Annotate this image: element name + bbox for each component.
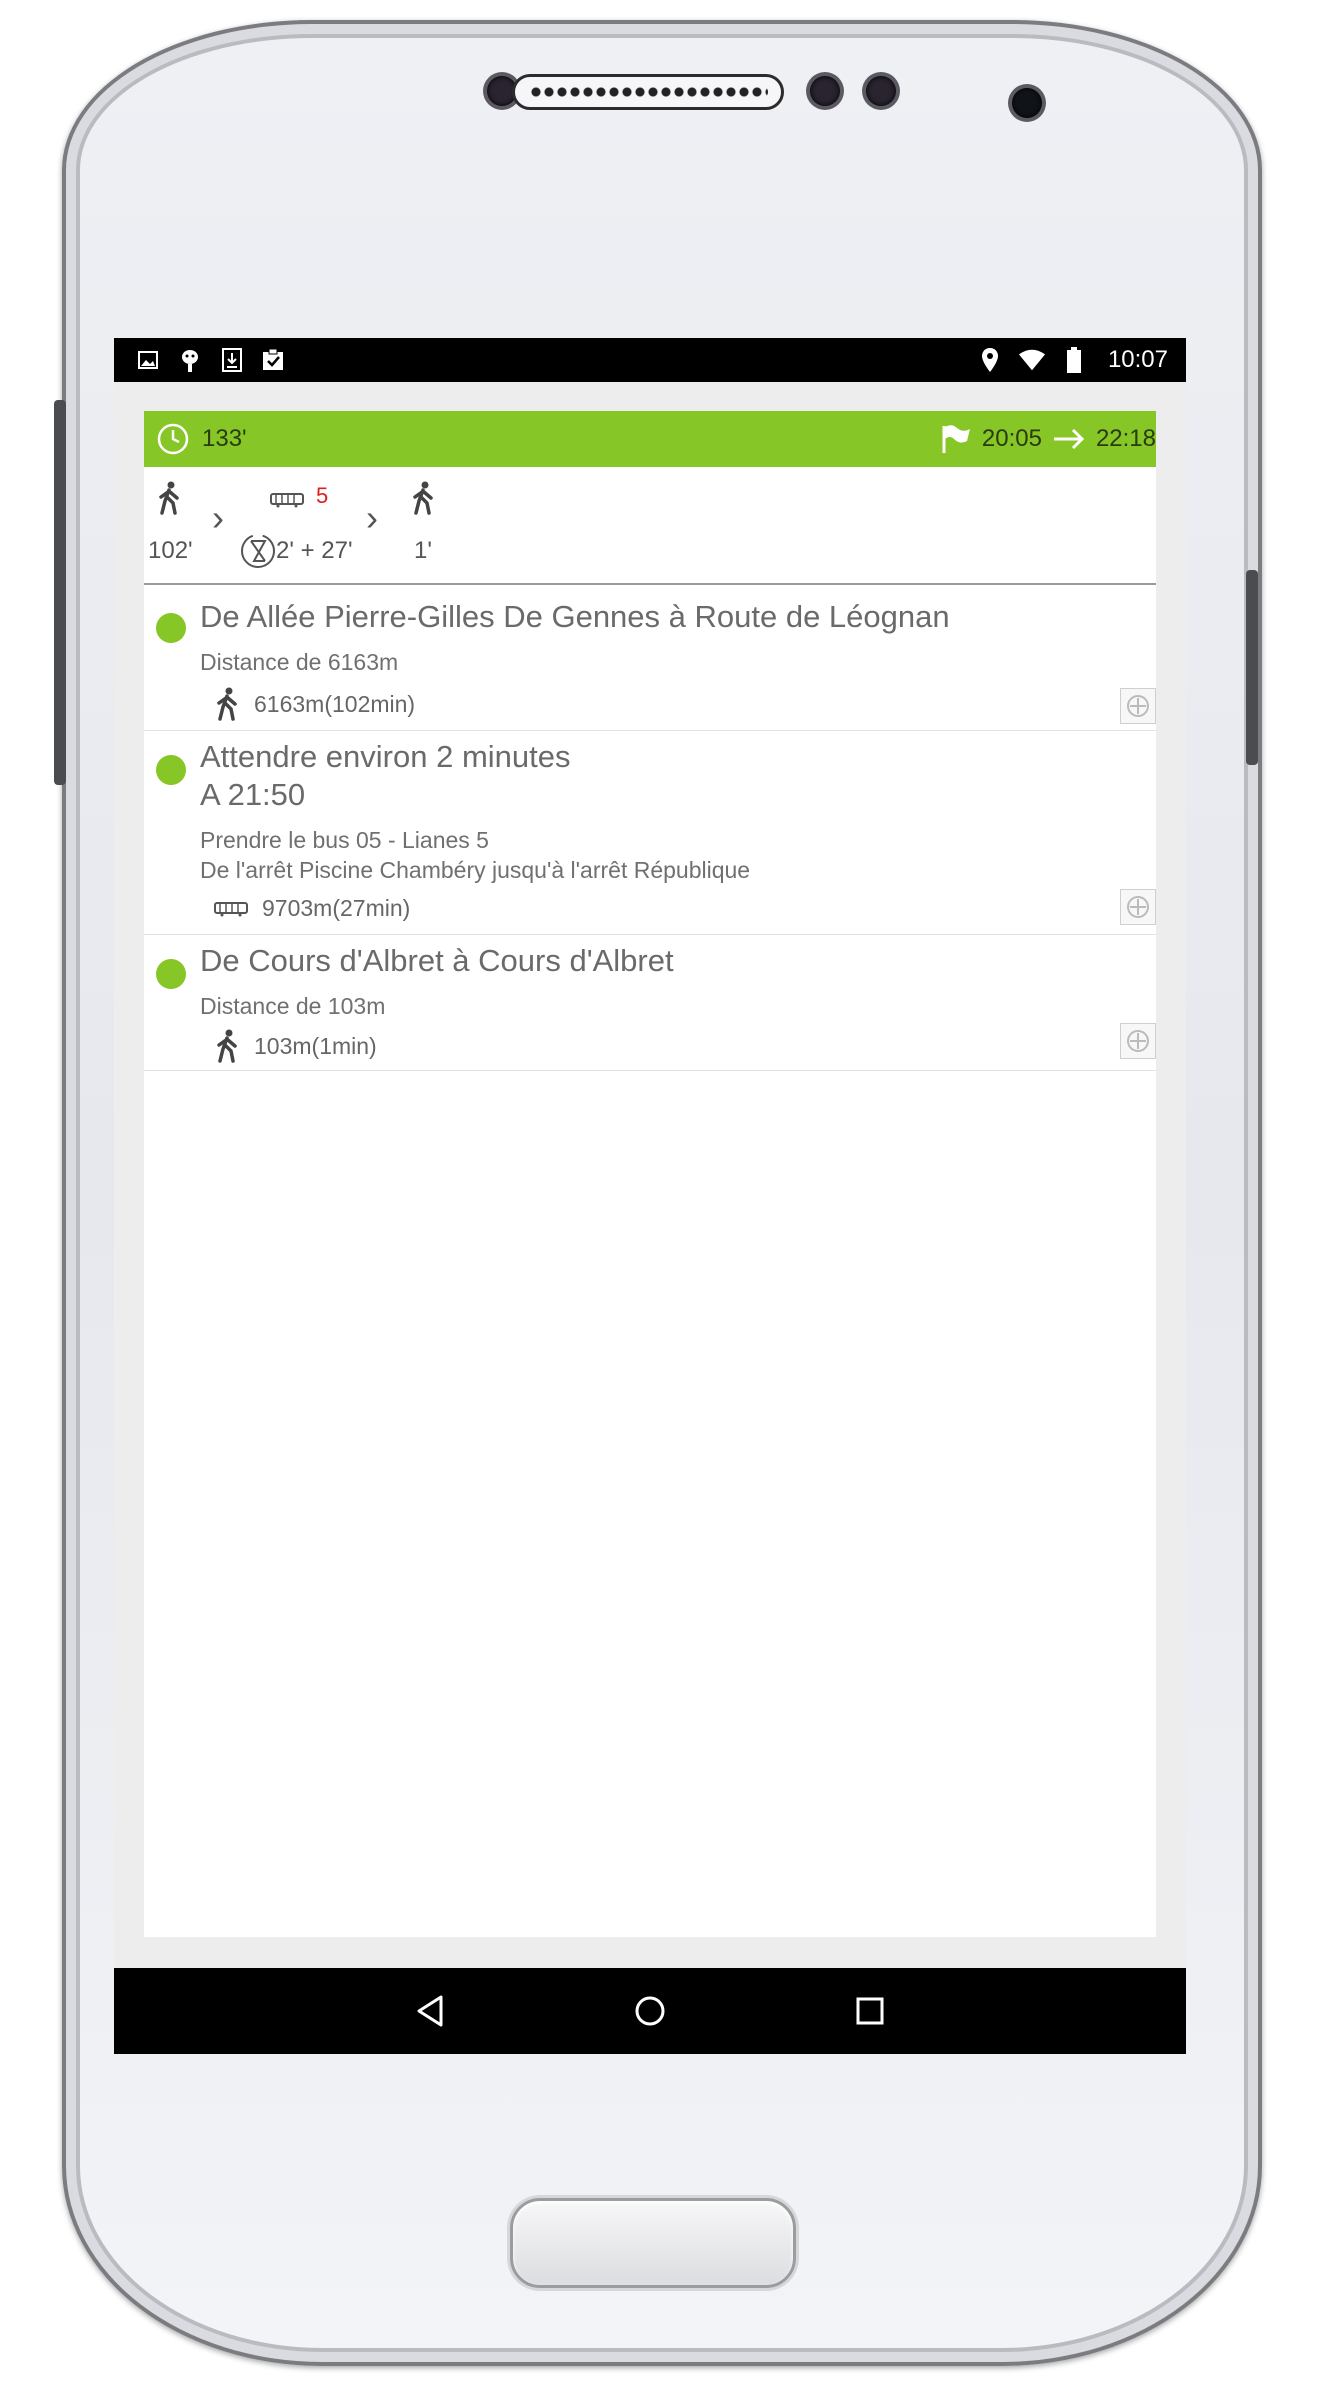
walk-icon: [214, 1029, 240, 1063]
walk-icon: [214, 687, 240, 721]
step-title: De Cours d'Albret à Cours d'Albret: [200, 943, 674, 978]
front-camera-icon: [1012, 88, 1042, 118]
walk-icon: [410, 481, 436, 522]
itinerary-summary-bar[interactable]: 133' 20:05 22:18: [144, 411, 1156, 467]
chevron-right-icon: ›: [366, 497, 378, 538]
departure-time: 20:05: [981, 425, 1042, 452]
step-metric: 6163m(102min): [254, 690, 416, 717]
sensor-icon: [866, 76, 896, 106]
location-icon: [976, 346, 1004, 374]
clipboard-icon: [260, 346, 288, 374]
chevron-right-icon: ›: [212, 497, 224, 538]
bus-icon: [270, 487, 304, 515]
battery-icon: [1060, 346, 1088, 374]
expand-step-button[interactable]: [1120, 889, 1156, 925]
bus-line-number: 5: [316, 483, 329, 508]
download-icon: [218, 346, 246, 374]
volume-button: [54, 400, 66, 785]
step-title: De Allée Pierre-Gilles De Gennes à Route…: [200, 599, 950, 634]
step-metric: 9703m(27min): [262, 895, 411, 921]
bus-icon: [214, 901, 248, 917]
walk-duration-2: 1': [414, 537, 432, 564]
sensor-icon: [810, 76, 840, 106]
step-title: Attendre environ 2 minutes: [200, 739, 571, 774]
arrival-time: 22:18: [1095, 425, 1156, 452]
back-icon[interactable]: [410, 1991, 450, 2031]
step-instruction: Prendre le bus 05 - Lianes 5: [200, 827, 489, 853]
wifi-icon: [1018, 346, 1046, 374]
recents-icon[interactable]: [850, 1991, 890, 2031]
arrow-right-icon: [1052, 427, 1086, 451]
total-duration: 133': [202, 425, 247, 452]
navigation-bar: [114, 1968, 1186, 2054]
list-item[interactable]: Attendre environ 2 minutes A 21:50 Prend…: [144, 731, 1156, 935]
expand-step-button[interactable]: [1120, 1023, 1156, 1059]
step-distance: Distance de 6163m: [200, 649, 399, 675]
itinerary-card: 133' 20:05 22:18 102' › 5 2' + 27' › 1' …: [144, 411, 1156, 1937]
walk-icon: [156, 481, 182, 522]
step-distance: Distance de 103m: [200, 993, 386, 1019]
step-bullet: [156, 613, 186, 643]
android-debug-icon: [176, 346, 204, 374]
power-button: [1246, 570, 1258, 765]
list-item[interactable]: De Allée Pierre-Gilles De Gennes à Route…: [144, 587, 1156, 731]
flag-icon: [940, 423, 972, 455]
status-bar: 10:07: [114, 338, 1186, 382]
clock-icon: [156, 422, 190, 456]
step-bullet: [156, 755, 186, 785]
earpiece-speaker: [512, 74, 784, 110]
image-icon: [134, 346, 162, 374]
home-hardware-button[interactable]: [510, 2198, 796, 2288]
hourglass-icon: [240, 531, 276, 578]
expand-step-button[interactable]: [1120, 688, 1156, 724]
step-bullet: [156, 959, 186, 989]
transport-modes-row: 102' › 5 2' + 27' › 1': [144, 467, 1156, 585]
list-item[interactable]: De Cours d'Albret à Cours d'Albret Dista…: [144, 935, 1156, 1071]
step-time: A 21:50: [200, 777, 306, 812]
step-metric: 103m(1min): [254, 1032, 377, 1059]
status-time: 10:07: [1107, 346, 1168, 373]
step-stops: De l'arrêt Piscine Chambéry jusqu'à l'ar…: [200, 857, 751, 883]
screen: 10:07 133' 20:05 22:18 102' › 5 2' + 27'…: [114, 338, 1186, 2054]
walk-duration-1: 102': [148, 537, 193, 564]
home-icon[interactable]: [630, 1991, 670, 2031]
wait-and-ride-duration: 2' + 27': [276, 537, 353, 564]
